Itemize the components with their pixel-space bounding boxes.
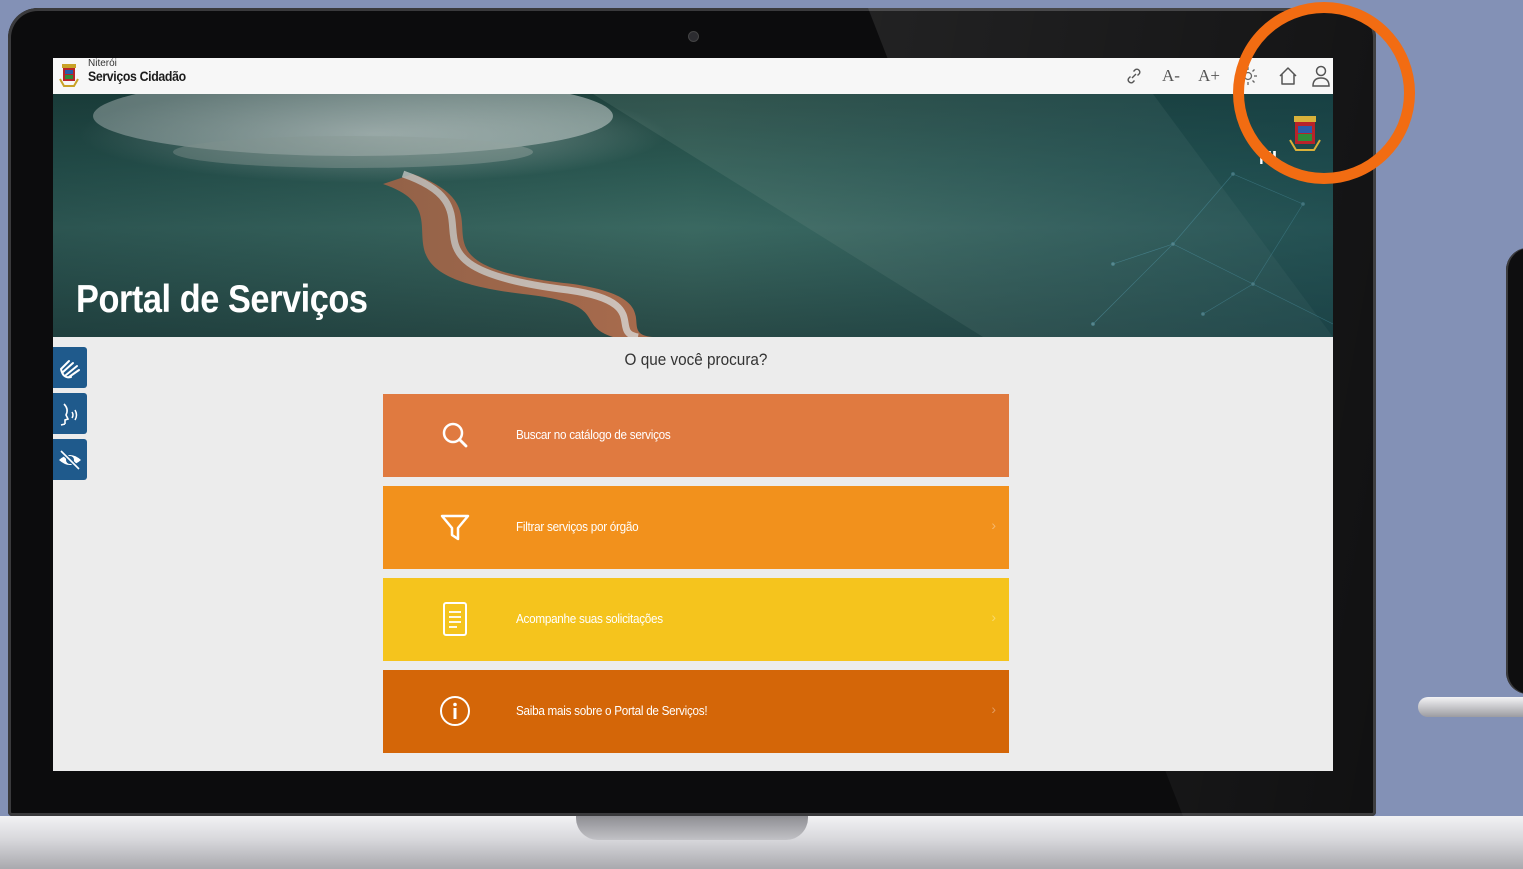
menu-item-label: Saiba mais sobre o Portal de Serviços!	[516, 703, 708, 718]
menu-item-label: Acompanhe suas solicitações	[516, 611, 663, 626]
second-device	[1506, 248, 1523, 694]
menu-item-search[interactable]: Buscar no catálogo de serviços	[383, 394, 1009, 477]
voice-reader-button[interactable]	[53, 393, 87, 434]
top-bar: Niterói Serviços Cidadão A- A+	[53, 58, 1333, 95]
search-prompt: O que você procura?	[624, 350, 768, 369]
second-device-stand	[1418, 697, 1523, 717]
chevron-right-icon: ›	[991, 609, 996, 625]
browser-screen: Niterói Serviços Cidadão A- A+ NI Portal…	[53, 58, 1333, 771]
service-menu: Buscar no catálogo de serviços Filtrar s…	[383, 394, 1009, 762]
info-icon	[435, 691, 475, 731]
menu-item-requests[interactable]: Acompanhe suas solicitações ›	[383, 578, 1009, 661]
hero-banner: NI Portal de Serviços	[53, 94, 1333, 337]
home-icon[interactable]	[1273, 58, 1303, 94]
link-icon[interactable]	[1119, 58, 1149, 94]
menu-item-label: Buscar no catálogo de serviços	[516, 427, 671, 442]
menu-item-label: Filtrar serviços por órgão	[516, 519, 639, 534]
contrast-icon[interactable]	[1233, 58, 1263, 94]
increase-font-button[interactable]: A+	[1191, 58, 1227, 94]
coat-of-arms-icon[interactable]	[59, 61, 79, 89]
user-icon[interactable]	[1309, 58, 1333, 94]
filter-icon	[435, 507, 475, 547]
high-contrast-button[interactable]	[53, 439, 87, 480]
chevron-right-icon: ›	[991, 701, 996, 717]
laptop-notch	[576, 816, 808, 840]
chevron-right-icon: ›	[991, 517, 996, 533]
decrease-font-button[interactable]: A-	[1153, 58, 1189, 94]
brand-name[interactable]: Serviços Cidadão	[88, 68, 186, 84]
sign-language-button[interactable]	[53, 347, 87, 388]
accessibility-bar	[53, 347, 87, 485]
menu-item-filter[interactable]: Filtrar serviços por órgão ›	[383, 486, 1009, 569]
document-icon	[435, 599, 475, 639]
niteroi-logo-icon	[1289, 116, 1321, 151]
page-title: Portal de Serviços	[76, 278, 368, 321]
webcam	[688, 31, 699, 42]
hero-logo-text: NI	[1259, 148, 1277, 168]
sign-language-icon	[60, 359, 80, 378]
search-icon	[435, 415, 475, 455]
high-contrast-icon	[59, 449, 81, 470]
voice-reader-icon	[60, 402, 78, 426]
menu-item-about[interactable]: Saiba mais sobre o Portal de Serviços! ›	[383, 670, 1009, 753]
